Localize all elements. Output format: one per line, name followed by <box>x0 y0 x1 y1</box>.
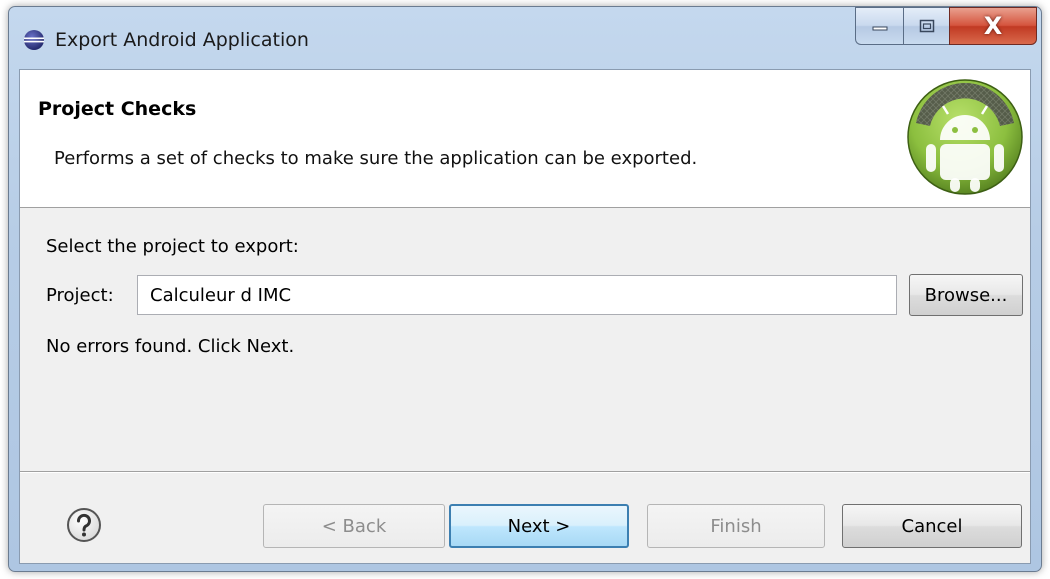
status-message: No errors found. Click Next. <box>46 336 295 357</box>
cancel-button[interactable]: Cancel <box>842 504 1022 548</box>
finish-button[interactable]: Finish <box>647 504 825 548</box>
wizard-banner: Project Checks Performs a set of checks … <box>20 70 1030 208</box>
close-button[interactable]: X <box>949 7 1037 45</box>
dialog-client-area: Project Checks Performs a set of checks … <box>19 69 1031 564</box>
maximize-icon <box>919 19 934 33</box>
page-title: Project Checks <box>38 98 197 120</box>
select-project-label: Select the project to export: <box>46 236 299 257</box>
project-label: Project: <box>46 285 114 306</box>
android-logo-icon <box>907 79 1023 195</box>
back-button[interactable]: < Back <box>263 504 445 548</box>
eclipse-app-icon <box>24 30 44 50</box>
title-bar[interactable]: Export Android Application X <box>9 7 1041 71</box>
dialog-window: Export Android Application X Project Che… <box>8 6 1042 572</box>
caption-buttons: X <box>855 7 1037 47</box>
browse-button[interactable]: Browse... <box>909 274 1023 316</box>
footer-separator <box>20 471 1030 473</box>
page-description: Performs a set of checks to make sure th… <box>54 148 698 169</box>
minimize-button[interactable] <box>855 7 903 45</box>
next-button[interactable]: Next > <box>449 504 629 548</box>
project-field[interactable] <box>137 275 897 315</box>
help-icon[interactable] <box>66 507 102 543</box>
maximize-button[interactable] <box>903 7 949 45</box>
minimize-icon <box>872 26 887 31</box>
window-title: Export Android Application <box>55 29 309 51</box>
close-icon: X <box>983 12 1003 40</box>
